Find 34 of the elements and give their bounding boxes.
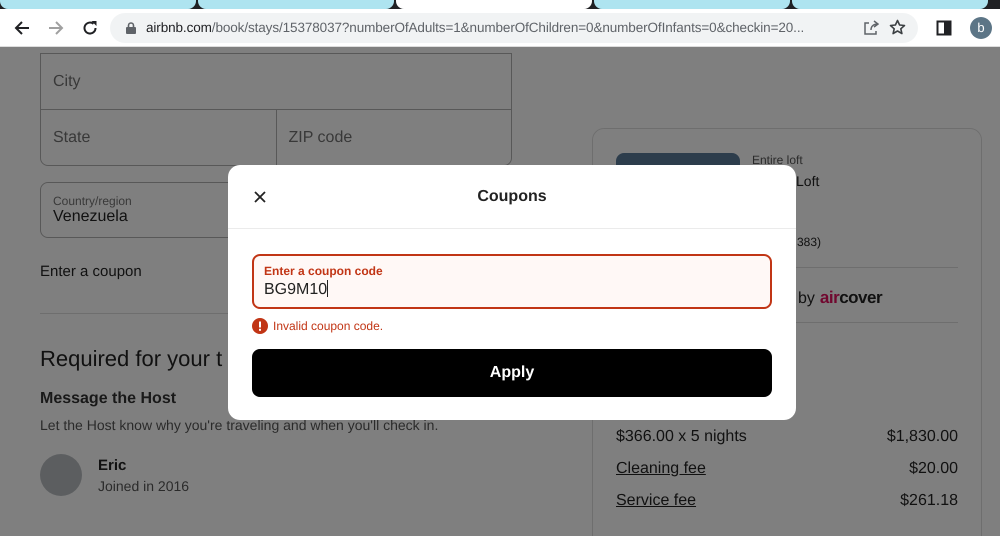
side-panel-icon[interactable] [936,20,952,36]
city-field[interactable]: City [41,54,511,110]
host-joined: Joined in 2016 [98,478,190,494]
profile-avatar[interactable]: b [970,16,992,38]
listing-type: Entire loft [752,153,803,167]
message-host-subtitle: Let the Host know why you're traveling and when you'll check in. [40,417,440,433]
price-amount: $1,830.00 [886,428,958,446]
share-icon[interactable] [863,20,879,36]
lock-icon [126,22,136,34]
host-avatar [40,454,82,496]
state-field[interactable]: State [41,110,276,165]
review-count: 383) [797,235,822,249]
error-icon [252,318,268,334]
price-amount: $20.00 [909,460,958,478]
close-icon[interactable] [254,191,266,203]
section-heading: Required for your t [40,346,224,372]
star-icon[interactable] [889,19,906,36]
reload-icon[interactable] [82,20,98,36]
apply-button[interactable]: Apply [252,349,772,397]
dialog-title: Coupons [477,188,547,206]
coupon-code-field[interactable]: Enter a coupon code BG9M10 [252,254,772,309]
price-amount: $261.18 [900,492,958,510]
error-message: Invalid coupon code. [273,319,384,333]
host-name: Eric [98,456,128,474]
message-host-title: Message the Host [40,390,178,408]
back-arrow-icon[interactable] [14,20,30,36]
listing-title: Loft [796,173,820,189]
aircover-logo: aircover [820,288,882,308]
protection-text: by [798,290,815,308]
fee-link[interactable]: Service fee [616,492,696,510]
price-label: $366.00 x 5 nights [616,428,747,446]
fee-link[interactable]: Cleaning fee [616,460,706,478]
address-bar[interactable]: airbnb.com/book/stays/15378037?numberOfAdults=1&numberOfChildren=0&numberOfInfants=0&checkin=20... [110,12,918,42]
enter-coupon-link[interactable]: Enter a coupon [40,263,142,280]
